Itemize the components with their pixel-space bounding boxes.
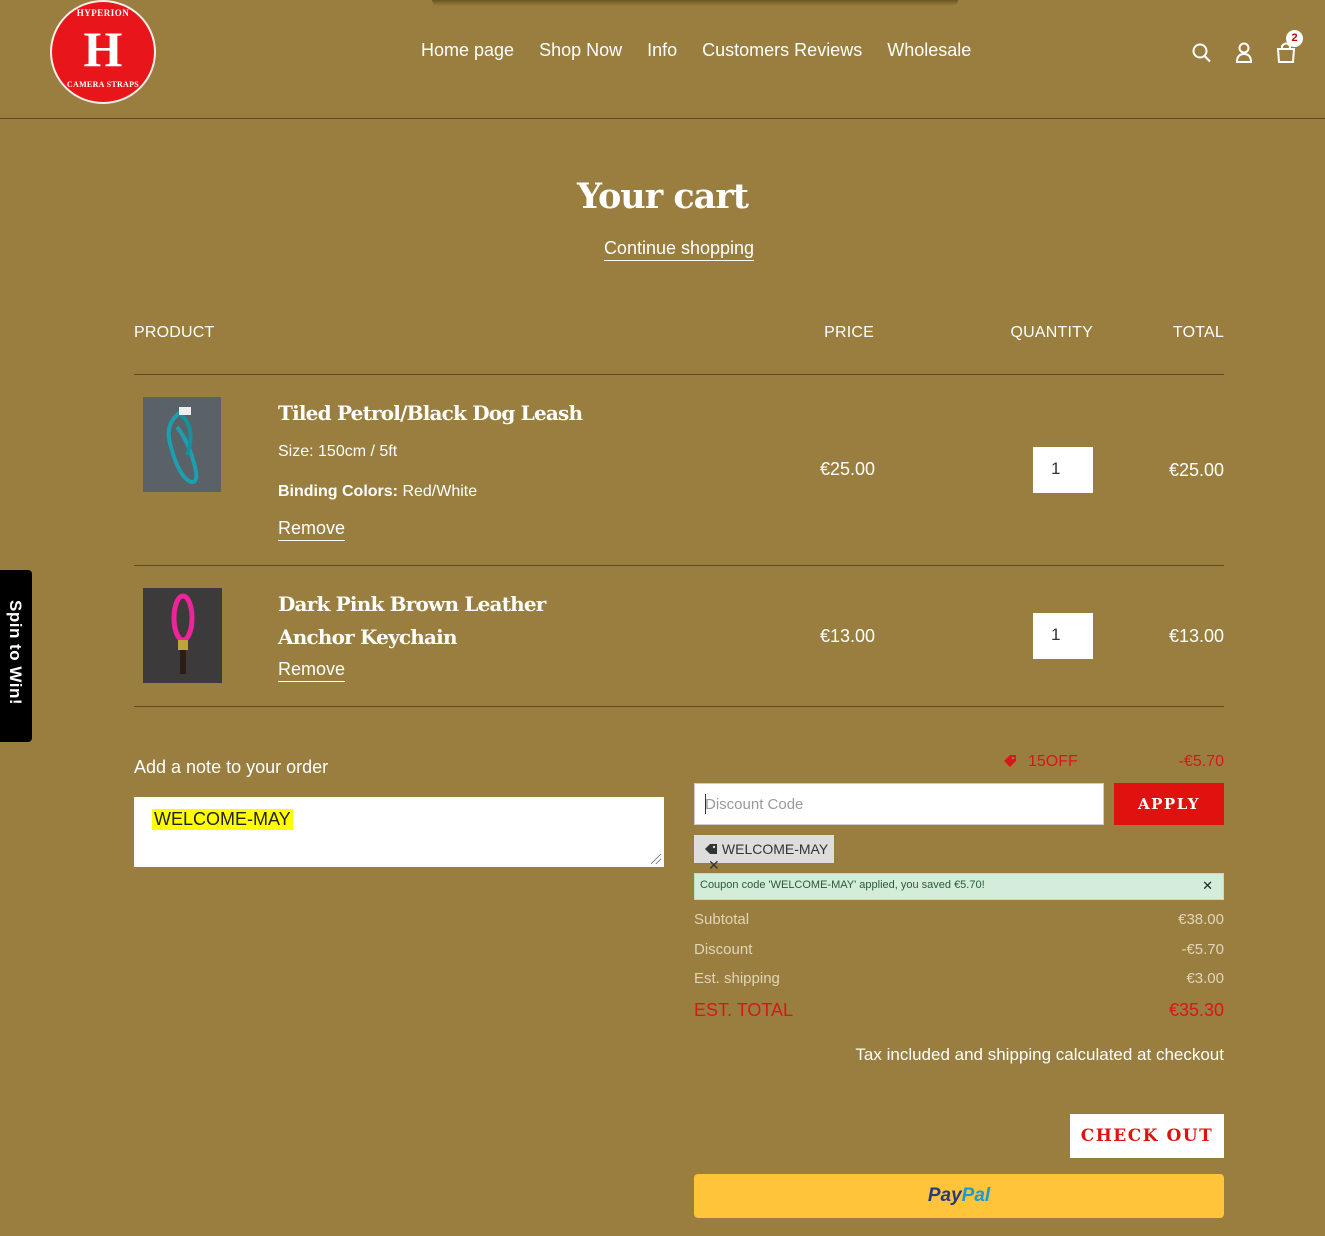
logo-top-text: HYPERION	[76, 8, 130, 18]
coupon-tag-icon	[705, 844, 717, 854]
total-value: €35.30	[1168, 1000, 1224, 1020]
logo-monogram: H	[83, 21, 123, 77]
total-label: EST. TOTAL	[694, 1000, 794, 1020]
nav-wholesale[interactable]: Wholesale	[887, 40, 971, 61]
tag-icon	[1003, 754, 1017, 773]
account-icon[interactable]	[1233, 40, 1255, 64]
site-header: HYPERION H CAMERA STRAPS Home page Shop …	[0, 0, 1325, 119]
product-title-line-1[interactable]: Dark Pink Brown Leather	[278, 588, 546, 621]
divider	[134, 706, 1224, 707]
discount-tag-label: 15OFF	[1028, 753, 1078, 770]
order-note-textarea[interactable]: WELCOME-MAY	[134, 797, 664, 867]
subtotal-row: Subtotal €38.00	[694, 911, 1224, 928]
quantity-input[interactable]: 1	[1033, 447, 1093, 493]
nav-shop-now[interactable]: Shop Now	[539, 40, 622, 61]
main-nav: Home page Shop Now Info Customers Review…	[421, 40, 971, 61]
product-title[interactable]: Tiled Petrol/Black Dog Leash	[278, 397, 583, 430]
spin-to-win-tab[interactable]: Spin to Win!	[0, 570, 32, 742]
tax-note: Tax included and shipping calculated at …	[855, 1045, 1224, 1064]
spin-to-win-label: Spin to Win!	[6, 600, 25, 705]
close-icon[interactable]: ✕	[1202, 878, 1213, 894]
continue-shopping-label[interactable]: Continue shopping	[603, 238, 755, 261]
item-price: €13.00	[819, 626, 875, 646]
paypal-logo-part-2: Pal	[961, 1185, 991, 1206]
order-note-label: Add a note to your order	[134, 757, 329, 777]
header-quantity: QUANTITY	[1010, 324, 1093, 341]
divider	[134, 374, 1224, 375]
discount-code-input[interactable]: Discount Code	[694, 783, 1104, 825]
quantity-input[interactable]: 1	[1033, 613, 1093, 659]
discount-value: -€5.70	[1181, 941, 1224, 958]
shipping-label: Est. shipping	[694, 970, 780, 987]
cart-count-badge: 2	[1286, 30, 1303, 47]
binding-label: Binding Colors:	[278, 483, 398, 500]
discount-tag-amount: -€5.70	[1178, 753, 1224, 770]
paypal-logo-part-1: Pay	[927, 1185, 962, 1206]
nav-customers-reviews[interactable]: Customers Reviews	[702, 40, 862, 61]
header-icons: 2	[1191, 30, 1303, 64]
coupon-chip-label: WELCOME-MAY	[721, 841, 828, 857]
order-note-value: WELCOME-MAY	[152, 809, 293, 830]
header-product: PRODUCT	[134, 324, 215, 341]
header-total: TOTAL	[1172, 324, 1224, 341]
page-title: Your cart	[577, 176, 749, 217]
continue-shopping-link[interactable]: Continue shopping	[0, 238, 1325, 261]
nav-home[interactable]: Home page	[421, 40, 514, 61]
product-title[interactable]: Dark Pink Brown Leather Anchor Keychain	[278, 588, 546, 654]
cart-icon[interactable]: 2	[1275, 30, 1303, 64]
total-row: EST. TOTAL €35.30	[694, 1000, 1224, 1021]
shipping-value: €3.00	[1186, 970, 1224, 987]
subtotal-label: Subtotal	[694, 911, 750, 928]
brand-logo[interactable]: HYPERION H CAMERA STRAPS	[50, 0, 156, 104]
divider	[134, 565, 1224, 566]
search-icon[interactable]	[1191, 40, 1213, 64]
item-total: €13.00	[1168, 626, 1224, 646]
logo-bottom-text: CAMERA STRAPS	[66, 80, 140, 89]
product-image-leash[interactable]	[143, 397, 221, 492]
remove-link[interactable]: Remove	[278, 518, 346, 541]
product-binding: Binding Colors: Red/White	[278, 483, 477, 501]
apply-button[interactable]: APPLY	[1114, 783, 1224, 825]
applied-coupon-chip: WELCOME-MAY ✕	[694, 835, 834, 873]
coupon-success-text: Coupon code 'WELCOME-MAY' applied, you s…	[700, 879, 985, 891]
coupon-success-message: Coupon code 'WELCOME-MAY' applied, you s…	[694, 873, 1224, 900]
binding-value: Red/White	[402, 483, 478, 500]
remove-coupon-icon[interactable]: ✕	[708, 857, 720, 873]
subtotal-value: €38.00	[1178, 911, 1224, 928]
resize-handle-icon[interactable]	[651, 854, 661, 864]
product-image-keychain[interactable]	[143, 588, 222, 683]
discount-row: Discount -€5.70	[694, 941, 1224, 958]
header-price: PRICE	[824, 324, 874, 341]
paypal-button[interactable]: PayPal	[694, 1174, 1224, 1218]
checkout-button[interactable]: CHECK OUT	[1070, 1114, 1224, 1158]
remove-link[interactable]: Remove	[278, 659, 346, 682]
item-price: €25.00	[819, 459, 875, 479]
shipping-row: Est. shipping €3.00	[694, 970, 1224, 987]
discount-code-placeholder: Discount Code	[705, 796, 804, 813]
discount-label: Discount	[694, 941, 753, 958]
product-size: Size: 150cm / 5ft	[278, 443, 398, 460]
nav-info[interactable]: Info	[647, 40, 677, 61]
item-total: €25.00	[1168, 460, 1224, 480]
product-title-line-2[interactable]: Anchor Keychain	[278, 621, 546, 654]
